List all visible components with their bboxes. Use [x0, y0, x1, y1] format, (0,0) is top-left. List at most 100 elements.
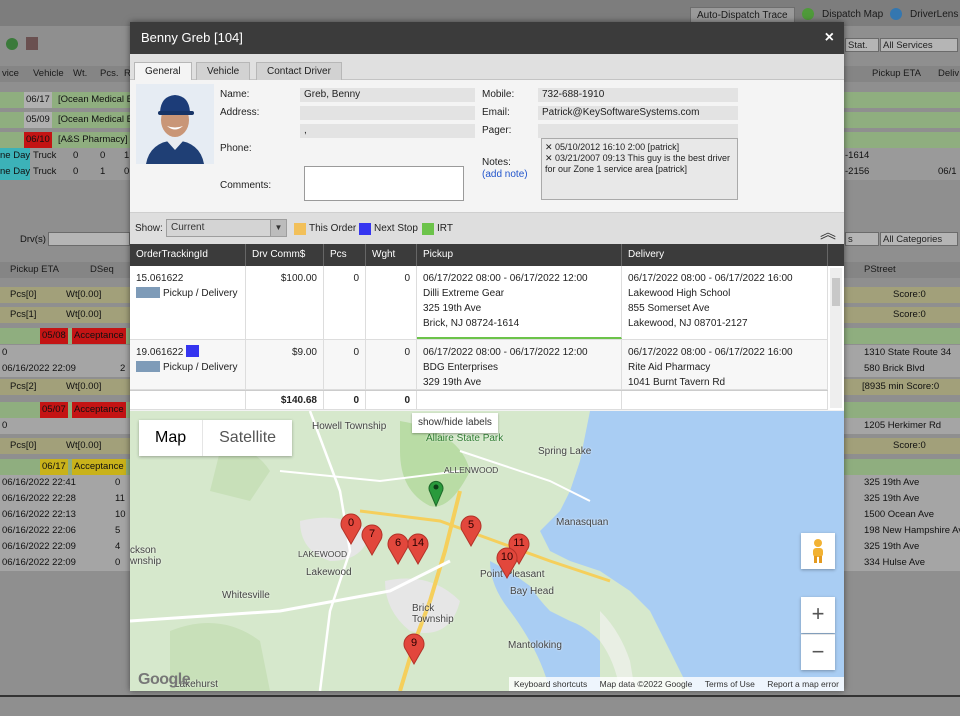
dialog-tabs: General Vehicle Contact Driver	[130, 54, 844, 80]
chevron-down-icon[interactable]: ▼	[270, 220, 286, 236]
route-map[interactable]: Howell Township Allaire State Park ALLEN…	[130, 411, 844, 691]
close-icon[interactable]: ×	[825, 22, 834, 54]
col-drv-comm[interactable]: Drv Comm$	[246, 244, 324, 266]
map-marker-0[interactable]: 0	[340, 513, 362, 546]
this-order-swatch	[294, 223, 306, 235]
services-filter[interactable]: All Services	[880, 38, 958, 52]
mobile-label: Mobile:	[482, 89, 515, 100]
categories-filter[interactable]: All Categories	[880, 232, 958, 246]
col-wght[interactable]: Wght	[366, 244, 417, 266]
map-marker-14[interactable]: 14	[407, 533, 429, 566]
lower-filter[interactable]: s	[845, 232, 879, 246]
driverlens-button[interactable]: DriverLens	[904, 7, 960, 23]
col-pickup[interactable]: Pickup	[417, 244, 622, 266]
email-field[interactable]: Patrick@KeySoftwareSystems.com	[538, 106, 738, 120]
col-delivery[interactable]: Delivery	[622, 244, 828, 266]
search-icon	[890, 8, 902, 20]
service: ne Day	[0, 148, 31, 164]
map-place-label: Allaire State Park	[426, 433, 504, 444]
table-row[interactable]: 19.061622 Pickup / Delivery $9.00 0 0 06…	[130, 340, 828, 390]
comments-label: Comments:	[220, 180, 272, 191]
drv-input[interactable]	[48, 232, 130, 246]
map-place-label: ckson wnship	[130, 545, 162, 567]
show-hide-labels-button[interactable]: show/hide labels	[412, 413, 498, 433]
drv-comm-cell: $100.00	[246, 266, 324, 339]
pickup-city: Brick, NJ 08724-1614	[423, 318, 520, 329]
collapse-icon[interactable]: ︽	[820, 219, 836, 243]
order-kind: Pickup / Delivery	[163, 288, 238, 299]
terms-of-use-link[interactable]: Terms of Use	[700, 679, 760, 689]
col-vehicle: Vehicle	[33, 68, 64, 79]
report-map-error-link[interactable]: Report a map error	[762, 679, 844, 689]
pickup-street: 325 19th Ave	[423, 303, 482, 314]
tab-vehicle[interactable]: Vehicle	[196, 62, 251, 80]
pcs-cell: 0	[324, 266, 366, 339]
table-row[interactable]: 15.061622 Pickup / Delivery $100.00 0 0 0…	[130, 266, 828, 340]
tab-contact-driver[interactable]: Contact Driver	[256, 62, 342, 80]
tab-general[interactable]: General	[134, 62, 192, 80]
col-order-tracking-id[interactable]: OrderTrackingId	[130, 244, 246, 266]
delivery-cell: 06/17/2022 08:00 - 06/17/2022 16:00 Lakew…	[622, 266, 828, 339]
street-view-pegman-icon[interactable]	[801, 533, 835, 569]
irt-label: IRT	[437, 223, 453, 234]
order-date: 06/10	[24, 132, 52, 148]
map-place-label: ALLENWOOD	[444, 465, 499, 475]
phone-label: Phone:	[220, 143, 252, 154]
map-marker-6[interactable]: 6	[387, 533, 409, 566]
zoom-out-button[interactable]: −	[801, 634, 835, 670]
scrollbar-thumb[interactable]	[832, 278, 840, 306]
map-type-control: Map Satellite	[139, 420, 293, 456]
globe-icon[interactable]	[6, 38, 18, 50]
order-text: [Ocean Medical B	[58, 114, 133, 125]
address-line1-field[interactable]	[300, 106, 475, 120]
status-filter[interactable]: Stat.	[845, 38, 879, 52]
col-pstreet: PStreet	[864, 264, 896, 275]
eta: 06/16/2022 22:41	[2, 477, 76, 488]
pcs: Pcs[2]	[10, 381, 37, 392]
keyboard-shortcuts-link[interactable]: Keyboard shortcuts	[509, 679, 592, 689]
score: Score:0	[893, 289, 926, 300]
address-label: Address:	[220, 107, 260, 118]
eta: 0	[2, 420, 8, 431]
address-line2-field[interactable]: ,	[300, 124, 475, 138]
mobile-field[interactable]: 732-688-1910	[538, 88, 738, 102]
notes-label: Notes:	[482, 157, 511, 168]
map-type-map[interactable]: Map	[139, 420, 202, 456]
show-select[interactable]: Current ▼	[166, 219, 287, 237]
col-pcs[interactable]: Pcs	[324, 244, 366, 266]
map-place-label: Spring Lake	[538, 446, 592, 457]
google-logo: Google	[138, 671, 191, 688]
totals-row: $140.68 0 0	[130, 390, 828, 410]
map-place-label: LAKEWOOD	[298, 549, 348, 559]
score: Score:0	[893, 309, 926, 320]
map-marker-label: 0	[347, 517, 355, 529]
street: 1310 State Route 34	[864, 347, 952, 358]
service: ne Day	[0, 164, 31, 180]
col-pcs: Pcs.	[100, 68, 119, 79]
pager-field[interactable]	[538, 124, 738, 138]
zip: -2156	[845, 166, 870, 177]
comments-textarea[interactable]	[304, 166, 464, 201]
name-field[interactable]: Greb, Benny	[300, 88, 475, 102]
street: 334 Hulse Ave	[864, 557, 926, 568]
date: 06/1	[938, 166, 957, 177]
tool-icon[interactable]	[26, 37, 38, 50]
add-note-link[interactable]: (add note)	[482, 169, 528, 180]
map-place-label: Manasquan	[556, 517, 609, 528]
next-stop-swatch	[359, 223, 371, 235]
dispatch-map-button[interactable]: Dispatch Map	[816, 7, 889, 23]
auto-dispatch-trace-button[interactable]: Auto-Dispatch Trace	[690, 7, 795, 23]
map-marker-label: 5	[467, 519, 475, 531]
map-marker-5[interactable]: 5	[460, 515, 482, 548]
map-marker-9[interactable]: 9	[403, 633, 425, 666]
dseq: 11	[115, 493, 125, 504]
pcs: 0	[100, 150, 106, 161]
map-marker-10[interactable]: 10	[496, 547, 518, 580]
zoom-in-button[interactable]: +	[801, 597, 835, 633]
driver-location-marker[interactable]	[428, 479, 444, 508]
map-marker-7[interactable]: 7	[361, 524, 383, 557]
drv-comm-cell: $9.00	[246, 340, 324, 389]
table-scrollbar[interactable]	[830, 268, 842, 408]
map-type-satellite[interactable]: Satellite	[202, 420, 292, 456]
eta: 06/16/2022 22:28	[2, 493, 76, 504]
